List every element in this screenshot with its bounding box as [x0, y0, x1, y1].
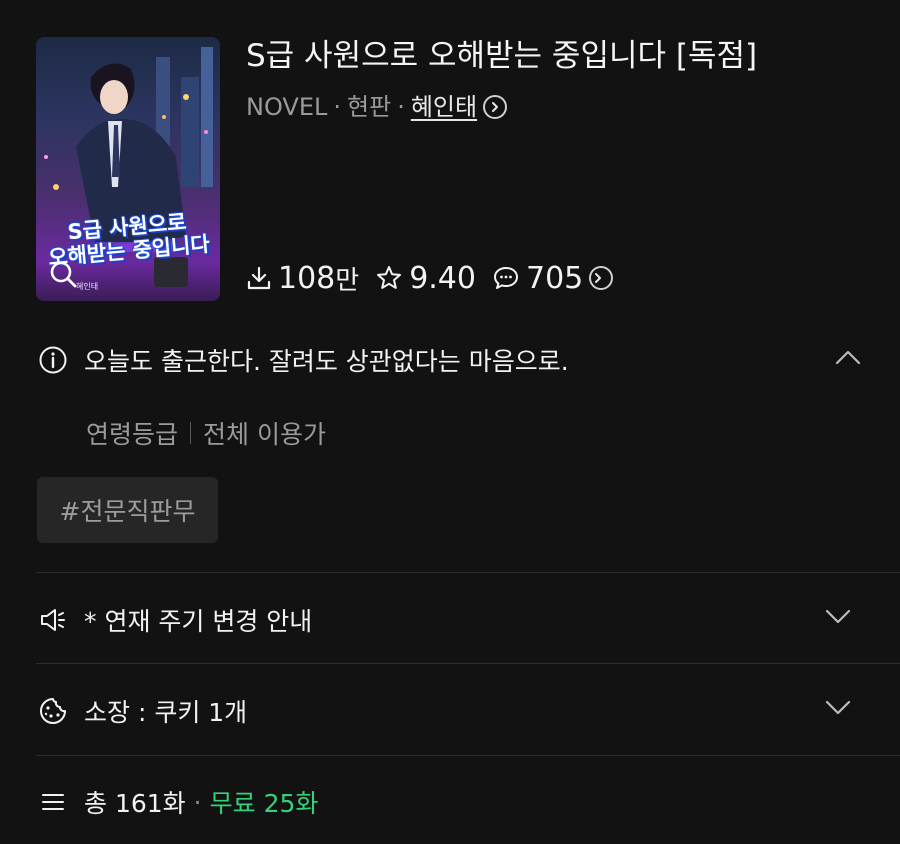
notice-row[interactable]: * 연재 주기 변경 안내: [38, 600, 862, 640]
stats-row: 108 만 9.40 705: [246, 259, 629, 297]
rating-value: 9.40: [409, 260, 476, 296]
episodes-free: 무료 25화: [209, 789, 319, 818]
meta-line: NOVEL · 현판 · 혜인태: [246, 89, 508, 125]
meta-dot: ·: [333, 93, 342, 121]
synopsis-row[interactable]: 오늘도 출근한다. 잘려도 상관없다는 마음으로.: [38, 340, 862, 380]
owned-label: 소장 : 쿠키 1개: [84, 698, 248, 727]
divider: [36, 663, 900, 664]
download-icon: [247, 266, 271, 290]
cover-author: 혜인태: [76, 282, 99, 291]
comment-icon: [493, 267, 518, 289]
rating-stat: 9.40: [375, 261, 476, 296]
star-icon: [377, 266, 402, 289]
downloads-stat: 108 만: [246, 260, 359, 297]
info-icon: [39, 346, 67, 374]
downloads-unit: 만: [335, 265, 360, 296]
author-link[interactable]: 혜인태: [411, 89, 477, 125]
category-label: NOVEL: [246, 93, 328, 121]
cookie-icon: [40, 698, 66, 724]
separator: [190, 422, 192, 444]
comments-value: 705: [525, 260, 584, 296]
cover-image[interactable]: S급 사원으로 오해받는 중입니다 혜인태: [36, 37, 220, 301]
meta-dot: ·: [193, 787, 202, 817]
divider: [36, 572, 900, 573]
episodes-row[interactable]: 총 161화 · 무료 25화: [38, 782, 862, 822]
megaphone-icon: [41, 609, 65, 631]
chevron-down-icon[interactable]: [824, 608, 852, 626]
chevron-right-icon[interactable]: [589, 266, 614, 290]
chevron-down-icon[interactable]: [824, 699, 852, 717]
age-rating-value: 전체 이용가: [203, 420, 326, 449]
comments-stat[interactable]: 705: [492, 260, 614, 296]
age-rating-label: 연령등급: [86, 420, 179, 449]
notice-label: * 연재 주기 변경 안내: [84, 607, 313, 636]
chevron-up-icon[interactable]: [834, 348, 862, 366]
age-rating: 연령등급 전체 이용가: [86, 415, 326, 451]
tag-chip[interactable]: #전문직판무: [37, 477, 218, 543]
episodes-total: 총 161화: [84, 789, 186, 818]
meta-dot: ·: [397, 93, 405, 121]
genre-label: 현판: [347, 93, 392, 121]
owned-row[interactable]: 소장 : 쿠키 1개: [38, 691, 862, 731]
synopsis-text: 오늘도 출근한다. 잘려도 상관없다는 마음으로.: [84, 347, 569, 376]
chevron-right-icon[interactable]: [483, 95, 508, 119]
list-icon: [42, 794, 64, 810]
divider: [36, 755, 900, 756]
page-title: S급 사원으로 오해받는 중입니다 [독점]: [246, 38, 758, 74]
downloads-value: 108: [278, 260, 336, 296]
